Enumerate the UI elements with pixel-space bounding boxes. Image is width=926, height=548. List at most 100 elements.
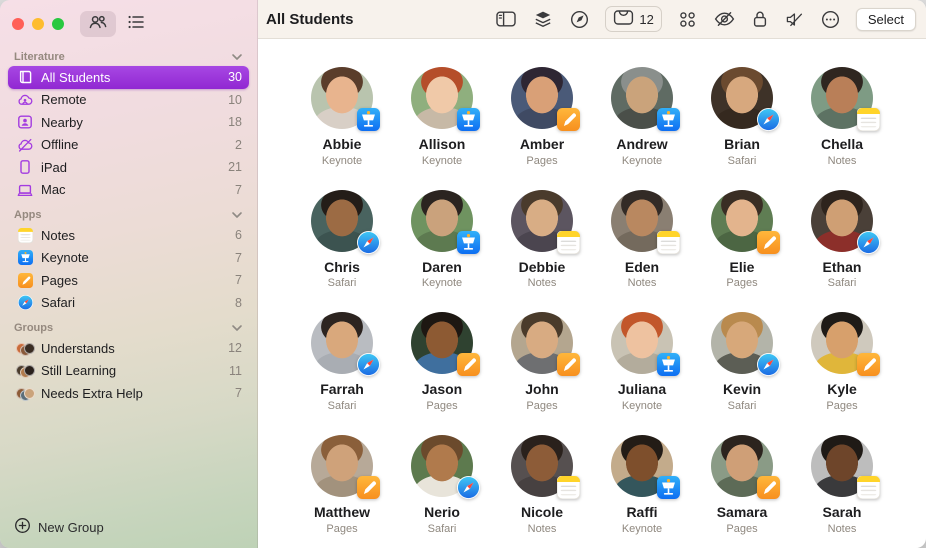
student-card[interactable]: Jason Pages bbox=[392, 312, 492, 412]
page-title: All Students bbox=[266, 10, 354, 28]
keynote-badge-icon bbox=[357, 108, 380, 131]
student-app-label: Pages bbox=[526, 400, 558, 413]
student-avatar bbox=[811, 67, 880, 131]
student-name: Nicole bbox=[520, 504, 563, 521]
student-name: Kevin bbox=[722, 381, 762, 398]
section-header-literature[interactable]: Literature bbox=[8, 43, 249, 66]
grid-view-button[interactable] bbox=[80, 11, 116, 37]
student-card[interactable]: Debbie Notes bbox=[492, 189, 592, 289]
student-app-label: Safari bbox=[727, 400, 757, 413]
new-group-button[interactable]: New Group bbox=[0, 508, 257, 548]
sidebar-item-mac[interactable]: Mac 7 bbox=[8, 179, 249, 202]
sidebar-item-nearby[interactable]: Nearby 18 bbox=[8, 111, 249, 134]
traffic-lights bbox=[12, 18, 64, 30]
student-name: Allison bbox=[418, 136, 466, 152]
student-avatar bbox=[611, 67, 680, 131]
minimize-button[interactable] bbox=[32, 18, 44, 30]
student-name: Elie bbox=[729, 258, 755, 275]
student-card[interactable]: Abbie Keynote bbox=[292, 67, 392, 167]
compass-icon[interactable] bbox=[569, 9, 590, 30]
student-card[interactable]: Brian Safari bbox=[692, 67, 792, 167]
book-icon bbox=[15, 68, 35, 86]
keynote-badge-icon bbox=[457, 108, 480, 131]
zoom-button[interactable] bbox=[52, 18, 64, 30]
sidebar-item-pages[interactable]: Pages 7 bbox=[8, 269, 249, 292]
student-card[interactable]: Daren Keynote bbox=[392, 189, 492, 290]
sidebar-item-still-learning[interactable]: Still Learning 11 bbox=[8, 360, 249, 383]
student-card[interactable]: Allison Keynote bbox=[392, 67, 492, 167]
student-card[interactable]: Samara Pages bbox=[692, 435, 792, 535]
student-app-label: Safari bbox=[427, 522, 457, 535]
section-header-apps[interactable]: Apps bbox=[8, 201, 249, 224]
student-app-label: Notes bbox=[627, 277, 657, 290]
student-avatar bbox=[311, 435, 380, 500]
student-avatar bbox=[411, 435, 480, 500]
student-name: Kyle bbox=[827, 381, 857, 398]
student-card[interactable]: Raffi Keynote bbox=[592, 435, 692, 535]
sidebar-item-understands[interactable]: Understands 12 bbox=[8, 337, 249, 360]
sidebar-item-count: 7 bbox=[235, 182, 242, 197]
student-card[interactable]: Matthew Pages bbox=[292, 435, 392, 535]
sidebar-item-keynote[interactable]: Keynote 7 bbox=[8, 247, 249, 270]
student-card[interactable]: Sarah Notes bbox=[792, 435, 892, 535]
sidebar: Literature All Students 30 Remote 10 Nea… bbox=[0, 0, 258, 548]
sidebar-item-all-students[interactable]: All Students 30 bbox=[8, 66, 249, 89]
safari-badge-icon bbox=[357, 230, 380, 254]
safari-app-icon bbox=[15, 295, 35, 311]
student-card[interactable]: Eden Notes bbox=[592, 189, 692, 290]
sidebar-item-needs-extra-help[interactable]: Needs Extra Help 7 bbox=[8, 382, 249, 405]
student-card[interactable]: Kyle Pages bbox=[792, 312, 892, 412]
sidebar-item-offline[interactable]: Offline 2 bbox=[8, 134, 249, 157]
sidebar-item-ipad[interactable]: iPad 21 bbox=[8, 156, 249, 179]
student-card[interactable]: Ethan Safari bbox=[792, 189, 892, 289]
student-app-label: Pages bbox=[826, 400, 858, 413]
remote-cloud-icon bbox=[15, 91, 35, 109]
sidebar-item-label: All Students bbox=[41, 69, 111, 85]
more-icon[interactable] bbox=[820, 9, 841, 30]
layers-icon[interactable] bbox=[532, 9, 554, 30]
student-card[interactable]: Kevin Safari bbox=[692, 312, 792, 412]
safari-badge-icon bbox=[857, 230, 880, 254]
notes-app-icon bbox=[15, 227, 35, 243]
student-card[interactable]: Nicole Notes bbox=[492, 435, 592, 535]
close-button[interactable] bbox=[12, 18, 24, 30]
student-card[interactable]: Chella Notes bbox=[792, 67, 892, 167]
student-card[interactable]: Farrah Safari bbox=[292, 312, 392, 412]
student-card[interactable]: Amber Pages bbox=[492, 67, 592, 167]
sidebar-item-safari[interactable]: Safari 8 bbox=[8, 292, 249, 315]
sidebar-item-notes[interactable]: Notes 6 bbox=[8, 224, 249, 247]
student-name: Abbie bbox=[322, 136, 362, 152]
student-avatar bbox=[811, 189, 880, 254]
student-avatar bbox=[711, 67, 780, 131]
student-card[interactable]: John Pages bbox=[492, 312, 592, 412]
handin-tray-button[interactable]: 12 bbox=[605, 6, 662, 32]
student-card[interactable]: Elie Pages bbox=[692, 189, 792, 289]
classroom-window: Literature All Students 30 Remote 10 Nea… bbox=[0, 0, 926, 548]
sidebar-item-label: Notes bbox=[41, 227, 75, 243]
hide-screens-icon[interactable] bbox=[713, 9, 736, 29]
student-card[interactable]: Chris Safari bbox=[292, 189, 392, 289]
student-app-label: Notes bbox=[827, 154, 857, 167]
apps-grid-icon[interactable] bbox=[677, 9, 698, 30]
section-label: Groups bbox=[14, 322, 54, 334]
student-avatar bbox=[811, 312, 880, 377]
student-app-label: Keynote bbox=[421, 277, 463, 290]
offline-cloud-icon bbox=[15, 136, 35, 154]
sidebar-item-remote[interactable]: Remote 10 bbox=[8, 89, 249, 112]
notes-badge-icon bbox=[657, 230, 680, 254]
safari-badge-icon bbox=[757, 108, 780, 131]
sidebar-item-count: 18 bbox=[228, 115, 242, 130]
student-card[interactable]: Nerio Safari bbox=[392, 435, 492, 535]
mute-icon[interactable] bbox=[784, 10, 805, 29]
plus-circle-icon bbox=[14, 517, 31, 537]
list-view-button[interactable] bbox=[118, 11, 154, 37]
pages-badge-icon bbox=[757, 476, 780, 500]
select-button[interactable]: Select bbox=[855, 7, 916, 31]
student-card[interactable]: Andrew Keynote bbox=[592, 67, 692, 167]
chevron-down-icon bbox=[231, 324, 243, 332]
sidebar-toggle-icon[interactable] bbox=[495, 9, 517, 29]
section-header-groups[interactable]: Groups bbox=[8, 314, 249, 337]
lock-icon[interactable] bbox=[751, 9, 769, 29]
chevron-down-icon bbox=[231, 53, 243, 61]
student-card[interactable]: Juliana Keynote bbox=[592, 312, 692, 412]
